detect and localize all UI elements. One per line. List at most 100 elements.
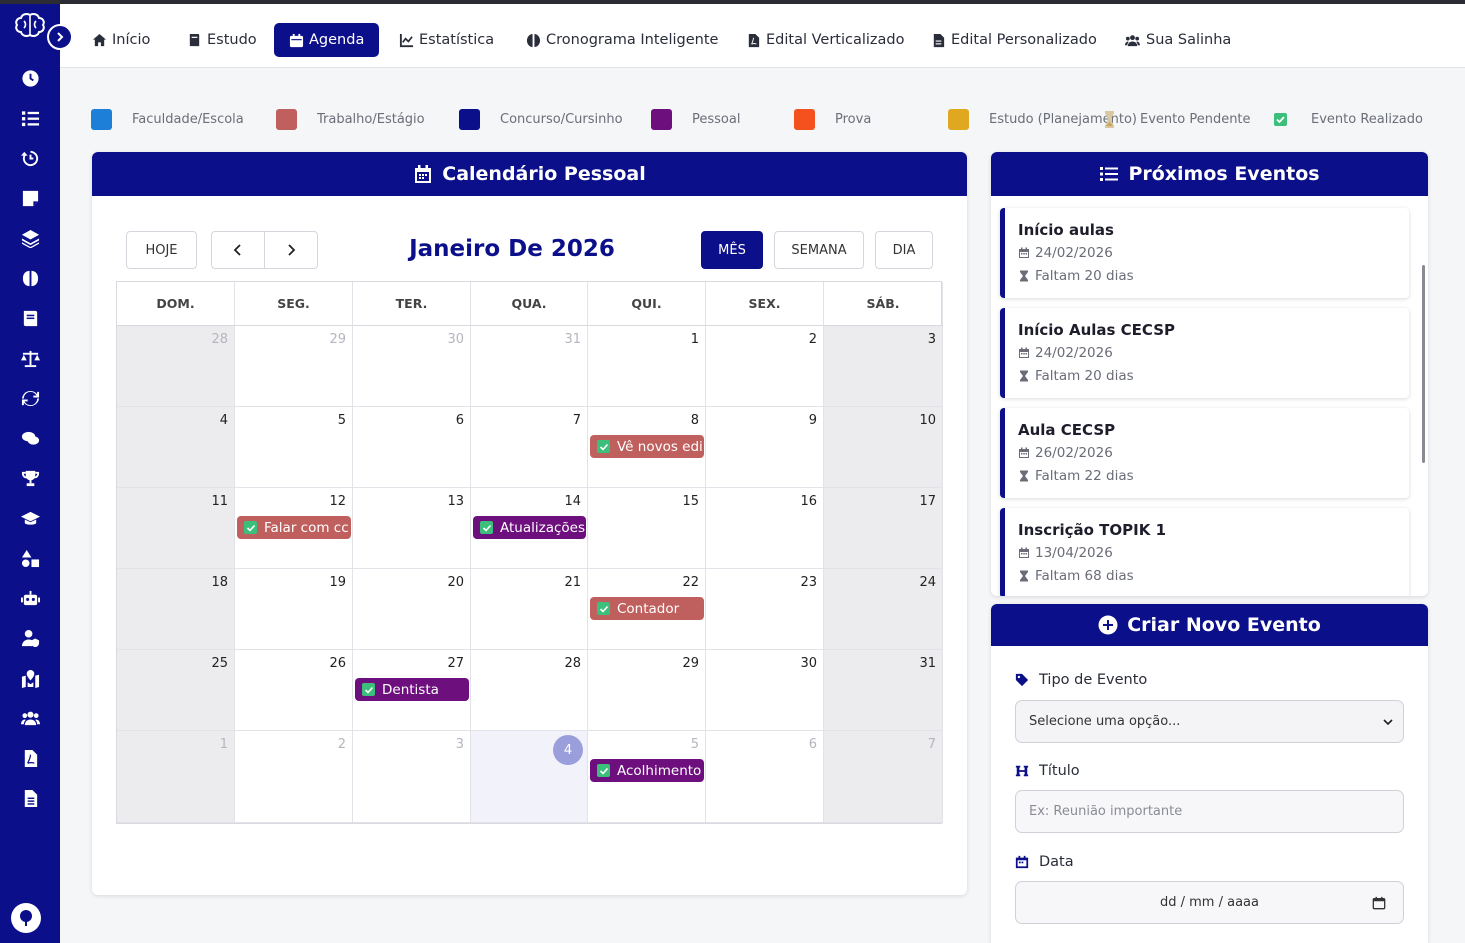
calendar-event[interactable]: Atualizações <box>473 516 586 539</box>
history-icon[interactable] <box>20 148 40 168</box>
calendar-day-cell[interactable]: 7 <box>824 731 943 823</box>
shapes-icon[interactable] <box>20 548 40 568</box>
upcoming-event-date: 24/02/2026 <box>1018 245 1113 261</box>
calendar-day-cell[interactable]: 2 <box>706 326 824 407</box>
calendar-day-cell[interactable]: 3 <box>353 731 471 823</box>
upcoming-event-remaining: Faltam 68 dias <box>1018 568 1134 584</box>
upcoming-event-item[interactable]: Aula CECSP 26/02/2026 Faltam 22 dias <box>1000 408 1409 498</box>
calendar-day-cell[interactable]: 6 <box>353 407 471 488</box>
calendar-event[interactable]: Acolhimento <box>590 759 704 782</box>
calendar-event[interactable]: Dentista <box>355 678 469 701</box>
pdf-file-icon[interactable] <box>20 748 40 768</box>
view-month-button[interactable]: MÊS <box>701 231 763 269</box>
event-type-legend: Faculdade/Escola Trabalho/Estágio Concurso… <box>91 108 1431 130</box>
next-month-button[interactable] <box>264 231 318 269</box>
calendar-picker-icon[interactable] <box>1372 896 1386 910</box>
brain-icon[interactable] <box>20 268 40 288</box>
layers-icon[interactable] <box>20 228 40 248</box>
legend-item: Evento Realizado <box>1270 108 1423 130</box>
upcoming-scrollbar[interactable] <box>1422 265 1425 463</box>
plus-circle-icon <box>1098 615 1118 635</box>
upcoming-event-item[interactable]: Início aulas 24/02/2026 Faltam 20 dias <box>1000 208 1409 298</box>
map-location-icon[interactable] <box>20 668 40 688</box>
calendar-day-cell[interactable]: 4 <box>471 731 588 823</box>
users-icon[interactable] <box>20 708 40 728</box>
calendar-day-cell[interactable]: 31 <box>471 326 588 407</box>
graduation-cap-icon[interactable] <box>20 508 40 528</box>
chevron-right-icon <box>57 32 64 42</box>
calendar-day-cell[interactable]: 1 <box>117 731 235 823</box>
event-type-select[interactable]: Selecione uma opção... <box>1015 700 1404 743</box>
nav-edital-verticalizado[interactable]: Edital Verticalizado <box>746 23 904 57</box>
nav-inicio[interactable]: Início <box>92 23 150 57</box>
event-title-input[interactable]: Ex: Reunião importante <box>1015 790 1404 833</box>
sync-icon[interactable] <box>20 388 40 408</box>
event-date-input[interactable]: dd / mm / aaaa <box>1015 881 1404 924</box>
robot-icon[interactable] <box>20 588 40 608</box>
day-number: 17 <box>919 494 936 509</box>
calendar-day-cell[interactable]: 29 <box>588 650 706 731</box>
nav-estudo[interactable]: Estudo <box>187 23 257 57</box>
calendar-event[interactable]: Contador <box>590 597 704 620</box>
calendar-day-cell[interactable]: 21 <box>471 569 588 650</box>
day-number: 12 <box>329 494 346 509</box>
view-day-button[interactable]: DIA <box>875 231 933 269</box>
calendar-event[interactable]: Falar com cc <box>237 516 351 539</box>
book-icon[interactable] <box>20 308 40 328</box>
calendar-day-cell[interactable]: 6 <box>706 731 824 823</box>
calendar-day-cell[interactable]: 2 <box>235 731 353 823</box>
calendar-day-cell[interactable]: 5 <box>235 407 353 488</box>
view-week-button[interactable]: SEMANA <box>774 231 864 269</box>
hourglass-icon <box>1020 470 1028 482</box>
calendar-day-cell[interactable]: 30 <box>706 650 824 731</box>
nav-estatistica[interactable]: Estatística <box>399 23 494 57</box>
calendar-day-cell[interactable]: 15 <box>588 488 706 569</box>
nav-agenda[interactable]: Agenda <box>274 23 380 57</box>
calendar-day-cell[interactable]: 19 <box>235 569 353 650</box>
sidebar-toggle-button[interactable] <box>47 24 73 50</box>
calendar-day-cell[interactable]: 17 <box>824 488 943 569</box>
calendar-day-cell[interactable]: 28 <box>471 650 588 731</box>
calendar-day-cell[interactable]: 1 <box>588 326 706 407</box>
calendar-day-cell[interactable]: 16 <box>706 488 824 569</box>
user-shield-icon[interactable] <box>20 628 40 648</box>
sticky-note-icon[interactable] <box>20 188 40 208</box>
calendar-day-cell[interactable]: 11 <box>117 488 235 569</box>
check-square-icon <box>244 521 257 534</box>
nav-label: Início <box>112 32 151 48</box>
calendar-day-cell[interactable]: 26 <box>235 650 353 731</box>
calendar-day-cell[interactable]: 30 <box>353 326 471 407</box>
calendar-day-cell[interactable]: 18 <box>117 569 235 650</box>
calendar-day-cell[interactable]: 3 <box>824 326 943 407</box>
calendar-event[interactable]: Vê novos edi <box>590 435 704 458</box>
trophy-icon[interactable] <box>20 468 40 488</box>
clock-icon[interactable] <box>20 68 40 88</box>
calendar-day-cell[interactable]: 29 <box>235 326 353 407</box>
prev-month-button[interactable] <box>211 231 265 269</box>
upcoming-event-item[interactable]: Inscrição TOPIK 1 13/04/2026 Faltam 68 dia… <box>1000 508 1409 596</box>
nav-cronograma[interactable]: Cronograma Inteligente <box>526 23 718 57</box>
today-button[interactable]: HOJE <box>126 231 197 269</box>
calendar-day-cell[interactable]: 24 <box>824 569 943 650</box>
calendar-day-cell[interactable]: 13 <box>353 488 471 569</box>
calendar-day-cell[interactable]: 7 <box>471 407 588 488</box>
calendar-icon <box>1019 247 1029 258</box>
calendar-day-cell[interactable]: 4 <box>117 407 235 488</box>
calendar-day-cell[interactable]: 20 <box>353 569 471 650</box>
calendar-day-cell[interactable]: 25 <box>117 650 235 731</box>
calendar-day-cell[interactable]: 28 <box>117 326 235 407</box>
nav-label: Cronograma Inteligente <box>546 32 719 48</box>
nav-edital-personalizado[interactable]: Edital Personalizado <box>931 23 1097 57</box>
brain-logo-icon[interactable] <box>13 12 47 42</box>
comments-icon[interactable] <box>20 428 40 448</box>
day-number: 13 <box>447 494 464 509</box>
nav-sua-salinha[interactable]: Sua Salinha <box>1124 23 1231 57</box>
calendar-day-cell[interactable]: 31 <box>824 650 943 731</box>
upcoming-event-item[interactable]: Início Aulas CECSP 24/02/2026 Faltam 20 di… <box>1000 308 1409 398</box>
calendar-day-cell[interactable]: 9 <box>706 407 824 488</box>
file-text-icon[interactable] <box>20 788 40 808</box>
calendar-day-cell[interactable]: 10 <box>824 407 943 488</box>
scale-balance-icon[interactable] <box>20 348 40 368</box>
calendar-day-cell[interactable]: 23 <box>706 569 824 650</box>
list-check-icon[interactable] <box>20 108 40 128</box>
